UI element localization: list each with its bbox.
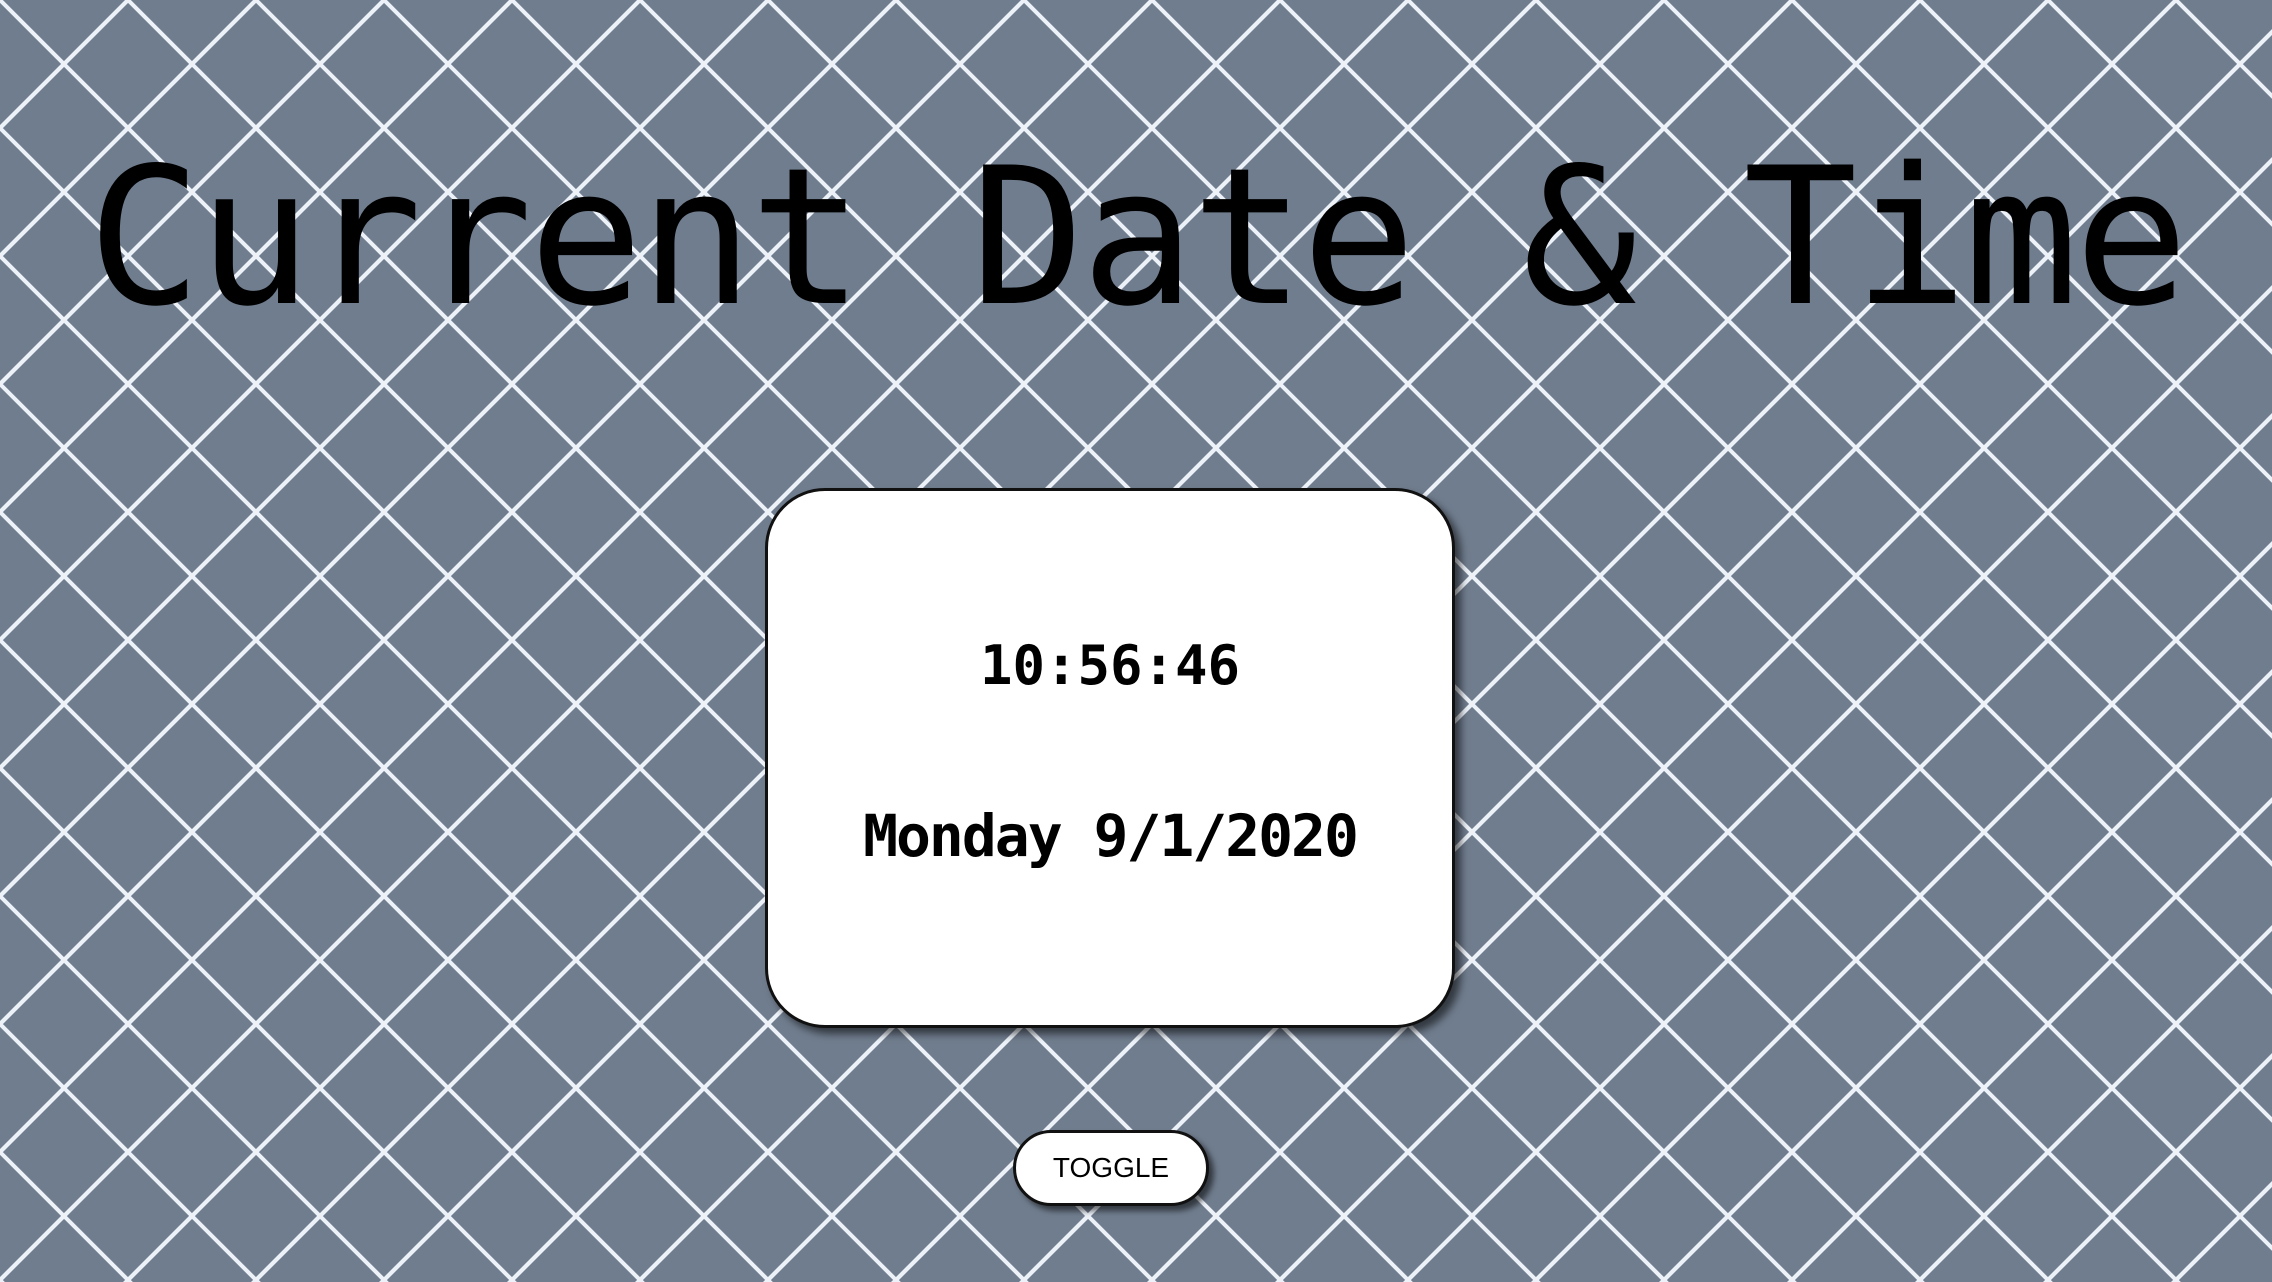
current-time: 10:56:46 bbox=[979, 634, 1241, 697]
page-title: Current Date & Time bbox=[87, 127, 2188, 348]
toggle-button[interactable]: TOGGLE bbox=[1013, 1130, 1209, 1206]
current-date: Monday 9/1/2020 bbox=[863, 802, 1359, 870]
clock-card: 10:56:46 Monday 9/1/2020 bbox=[765, 488, 1455, 1028]
